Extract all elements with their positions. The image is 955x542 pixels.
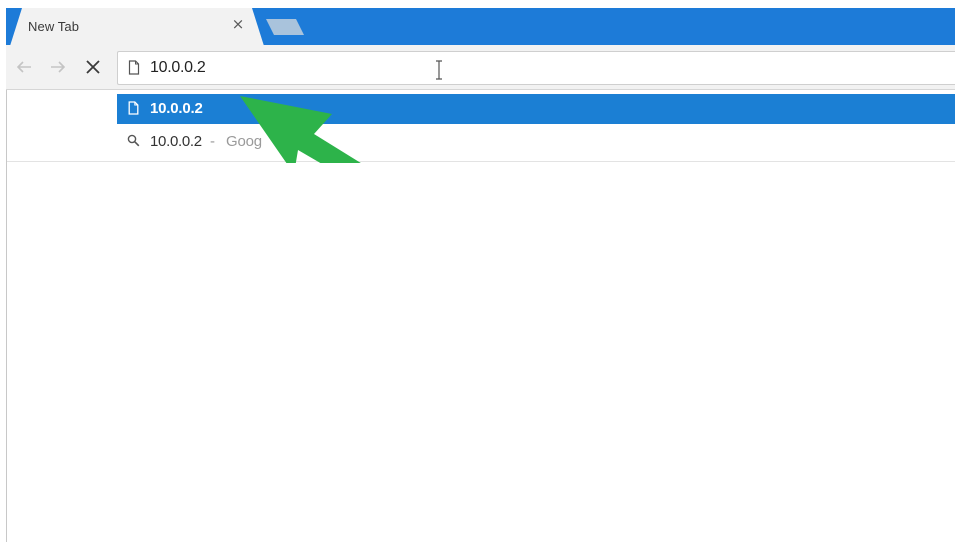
- suggestion-separator: -: [210, 133, 215, 150]
- suggestion-search-text: 10.0.0.2: [150, 133, 202, 150]
- arrow-right-icon: [51, 61, 66, 73]
- tab-close-icon[interactable]: ×: [230, 16, 246, 32]
- tab-title: New Tab: [28, 19, 80, 34]
- address-bar[interactable]: [117, 51, 955, 85]
- forward-button[interactable]: [48, 57, 68, 77]
- browser-window: New Tab × 10.0.0.2 10.0.0.2 10.0.0.2 - G…: [0, 0, 955, 542]
- arrow-left-icon: [16, 61, 31, 73]
- page-icon: [128, 60, 140, 75]
- suggestion-url-text: 10.0.0.2: [150, 100, 203, 117]
- address-bar-text[interactable]: 10.0.0.2: [150, 59, 206, 77]
- search-icon: [127, 134, 140, 147]
- page-icon: [128, 101, 139, 115]
- page-content: [7, 163, 955, 542]
- close-icon: [86, 60, 100, 74]
- back-button[interactable]: [14, 57, 34, 77]
- text-cursor-icon: [436, 60, 442, 80]
- stop-button[interactable]: [83, 57, 103, 77]
- window-edge: [6, 90, 7, 542]
